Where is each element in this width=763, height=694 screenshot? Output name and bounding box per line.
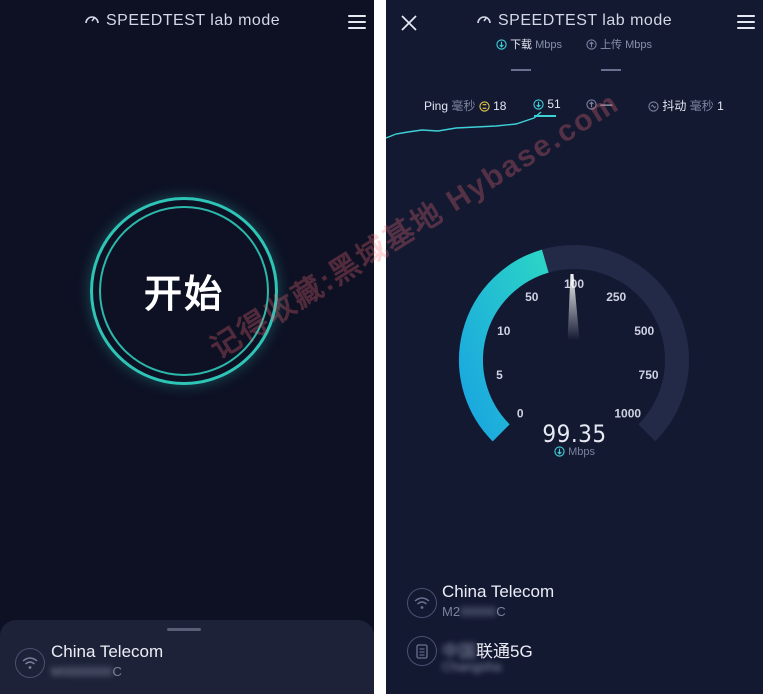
gauge-tick-label: 750 (639, 368, 659, 382)
result-tabs: 下载 Mbps 上传 Mbps (386, 36, 763, 76)
close-icon[interactable] (400, 14, 418, 32)
jitter-stat: 抖动 毫秒 1 (648, 97, 724, 114)
bottom-sheet[interactable]: China Telecom M0000000C (0, 620, 374, 694)
tab-upload[interactable]: 上传 Mbps (586, 36, 652, 52)
gauge-tick-label: 1000 (614, 407, 641, 421)
gauge-tick-label: 0 (517, 407, 524, 421)
isp-name: China Telecom (51, 642, 164, 661)
jitter-icon (648, 101, 659, 112)
top-bar: SPEEDTEST lab mode (0, 0, 374, 44)
download-icon (554, 446, 565, 457)
gauge-tick-label: 10 (497, 324, 511, 338)
upload-value-placeholder (601, 69, 621, 71)
speed-readout: 99.35 (542, 420, 607, 448)
gauge-tick-label: 250 (606, 290, 626, 304)
speedometer-icon (85, 16, 99, 24)
gauge-fill (459, 249, 549, 442)
gauge-tick-label: 500 (634, 324, 654, 338)
upload-icon (586, 39, 597, 50)
app-title: SPEEDTEST lab mode (84, 12, 280, 30)
gauge-tick-label: 50 (525, 290, 539, 304)
network-location: Changsha (442, 659, 502, 674)
menu-icon[interactable] (737, 15, 755, 29)
download-icon (533, 99, 544, 110)
speedometer-icon (477, 16, 491, 24)
speed-gauge: 0510501002505007501000 (459, 245, 689, 442)
app-title: SPEEDTEST lab mode (476, 12, 672, 30)
download-icon (496, 39, 507, 50)
tab-download[interactable]: 下载 Mbps (496, 36, 562, 52)
wifi-icon (407, 588, 437, 618)
gauge-tick-labels: 0510501002505007501000 (496, 277, 659, 421)
idle-screen: SPEEDTEST lab mode 开始 China Telecom M000… (0, 0, 374, 694)
gauge-tick-label: 5 (496, 368, 503, 382)
start-button[interactable]: 开始 (90, 197, 278, 385)
sheet-handle[interactable] (167, 628, 201, 631)
sim-icon (407, 636, 437, 666)
server-id: M0000000C (51, 664, 122, 679)
menu-icon[interactable] (348, 15, 366, 29)
download-value-placeholder (511, 69, 531, 71)
isp-name: China Telecom (442, 582, 555, 601)
server-id: M200000C (442, 604, 506, 619)
speed-unit: Mbps (386, 446, 763, 458)
wifi-icon (15, 648, 45, 678)
